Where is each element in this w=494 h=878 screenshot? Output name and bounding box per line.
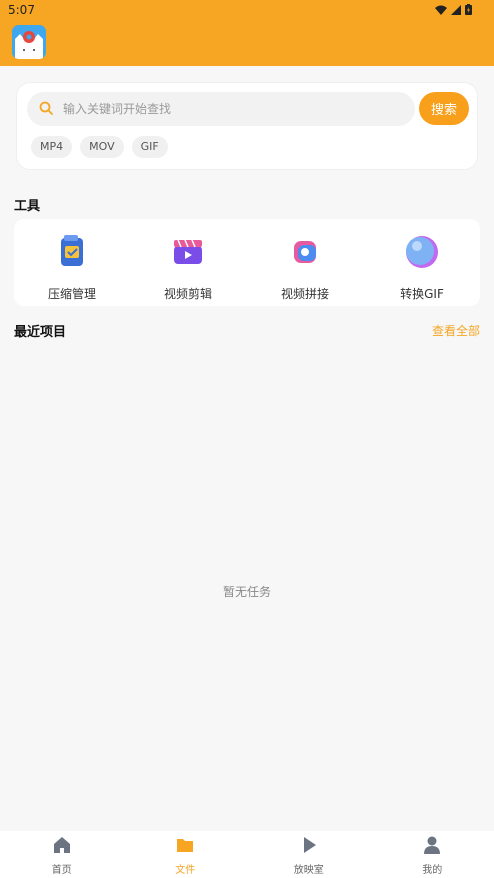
nav-label: 放映室 — [293, 865, 324, 876]
nav-label: 我的 — [422, 865, 443, 876]
empty-state-text: 暂无任务 — [222, 585, 271, 599]
tool-label: 视频剪辑 — [163, 287, 212, 301]
nav-label: 文件 — [175, 865, 196, 876]
nav-files[interactable]: 文件 — [124, 831, 248, 878]
folder-icon — [177, 839, 194, 852]
play-icon — [303, 837, 316, 853]
system-icons — [435, 4, 472, 15]
view-all-link[interactable]: 查看全部 — [432, 322, 480, 339]
wifi-icon — [435, 5, 447, 15]
video-edit-icon — [174, 239, 202, 264]
bottom-nav: 首页 文件 放映室 我的 — [0, 831, 494, 878]
video-join-icon — [294, 241, 316, 263]
search-input[interactable] — [63, 92, 403, 126]
status-time: 5:07 — [8, 3, 35, 17]
status-bar: 5:07 — [0, 0, 494, 22]
format-chips: MP4 MOV GIF — [31, 136, 168, 158]
tool-video-edit[interactable]: 视频剪辑 — [130, 219, 246, 306]
tools-title: 工具 — [14, 199, 41, 214]
nav-theater[interactable]: 放映室 — [247, 831, 371, 878]
app-header — [0, 22, 494, 66]
chip-mov[interactable]: MOV — [80, 136, 124, 158]
recent-title: 最近项目 — [14, 325, 67, 340]
signal-icon — [451, 4, 461, 15]
nav-label: 首页 — [51, 865, 72, 876]
logo-icon — [12, 25, 46, 59]
search-card: 搜索 MP4 MOV GIF — [16, 82, 478, 170]
nav-home[interactable]: 首页 — [0, 831, 124, 878]
battery-icon — [465, 4, 472, 15]
app-logo — [12, 25, 46, 59]
tool-label: 视频拼接 — [280, 287, 329, 301]
compress-icon — [61, 235, 83, 266]
user-icon — [424, 836, 441, 854]
chip-gif[interactable]: GIF — [131, 136, 168, 158]
search-button[interactable]: 搜索 — [419, 92, 469, 125]
gif-convert-icon — [406, 236, 438, 268]
chip-mp4[interactable]: MP4 — [31, 136, 73, 158]
tool-gif-convert[interactable]: 转换GIF — [364, 219, 480, 306]
nav-profile[interactable]: 我的 — [371, 831, 494, 878]
tool-compress[interactable]: 压缩管理 — [14, 219, 130, 306]
search-icon — [39, 101, 53, 115]
tool-label: 压缩管理 — [47, 287, 96, 301]
tool-video-join[interactable]: 视频拼接 — [247, 219, 363, 306]
home-icon — [53, 837, 70, 853]
tool-label: 转换GIF — [400, 287, 444, 301]
search-box[interactable] — [27, 92, 415, 126]
tools-card: 压缩管理 视频剪辑 视频拼接 转换GIF — [14, 219, 480, 306]
